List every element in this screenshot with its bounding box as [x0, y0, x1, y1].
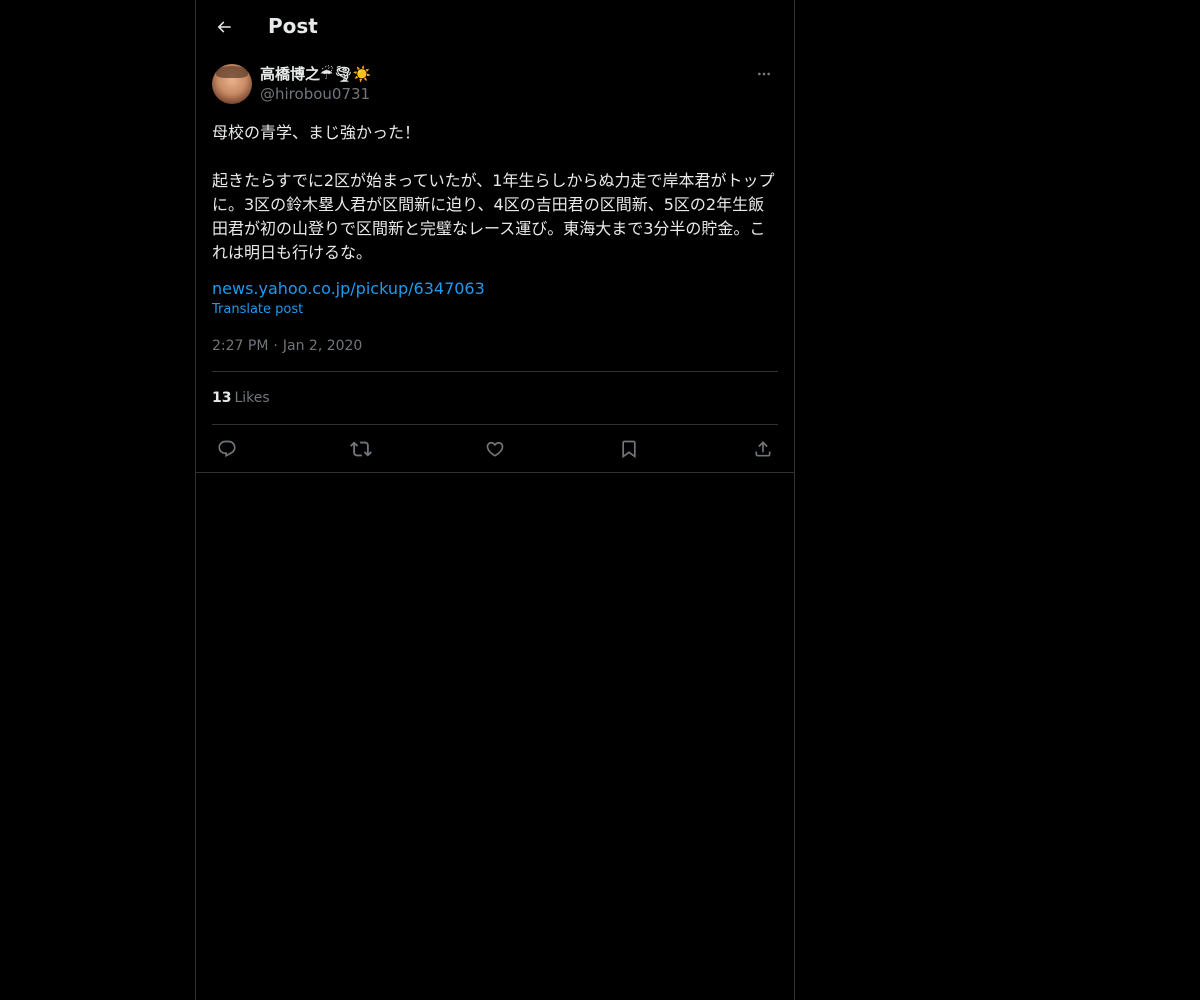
- arrow-left-icon: [215, 18, 233, 36]
- post-author: 高橋博之☔🌪☀️ @hirobou0731: [212, 64, 778, 108]
- likes-count: 13: [212, 390, 232, 406]
- likes-label: Likes: [234, 390, 270, 406]
- page-title: Post: [268, 14, 318, 38]
- repost-button[interactable]: [350, 438, 372, 460]
- reply-button[interactable]: [216, 438, 238, 460]
- heart-icon: [485, 439, 505, 459]
- post-date[interactable]: Jan 2, 2020: [283, 338, 362, 354]
- like-button[interactable]: [484, 438, 506, 460]
- more-horizontal-icon: [756, 66, 772, 82]
- avatar[interactable]: [212, 64, 252, 104]
- author-handle[interactable]: @hirobou0731: [260, 84, 371, 104]
- post-detail: 高橋博之☔🌪☀️ @hirobou0731 母校の青学、まじ強かった！ 起きたら…: [196, 64, 794, 472]
- reply-icon: [217, 439, 237, 459]
- post-timestamp: 2:27 PM · Jan 2, 2020: [212, 337, 778, 372]
- page-header: Post: [196, 0, 794, 54]
- post-actions: [212, 425, 778, 472]
- post-bottom-divider: [196, 472, 794, 473]
- post-text: 母校の青学、まじ強かった！ 起きたらすでに2区が始まっていたが、1年生らしからぬ…: [212, 123, 775, 262]
- post-link[interactable]: news.yahoo.co.jp/pickup/6347063: [212, 277, 778, 301]
- bookmark-button[interactable]: [618, 438, 640, 460]
- author-display-name[interactable]: 高橋博之☔🌪☀️: [260, 64, 371, 84]
- share-icon: [753, 439, 773, 459]
- bookmark-icon: [619, 439, 639, 459]
- repost-icon: [350, 438, 372, 460]
- share-button[interactable]: [752, 438, 774, 460]
- more-options-button[interactable]: [750, 64, 778, 84]
- author-meta: 高橋博之☔🌪☀️ @hirobou0731: [260, 64, 371, 104]
- separator-dot: ·: [273, 338, 278, 354]
- likes-row[interactable]: 13 Likes: [212, 372, 778, 425]
- translate-post-link[interactable]: Translate post: [212, 302, 778, 318]
- post-time[interactable]: 2:27 PM: [212, 338, 268, 354]
- back-button[interactable]: [210, 13, 238, 41]
- main-column: Post 高橋博之☔🌪☀️ @hirobou0731 母校の青学、まじ強かった！…: [195, 0, 795, 1000]
